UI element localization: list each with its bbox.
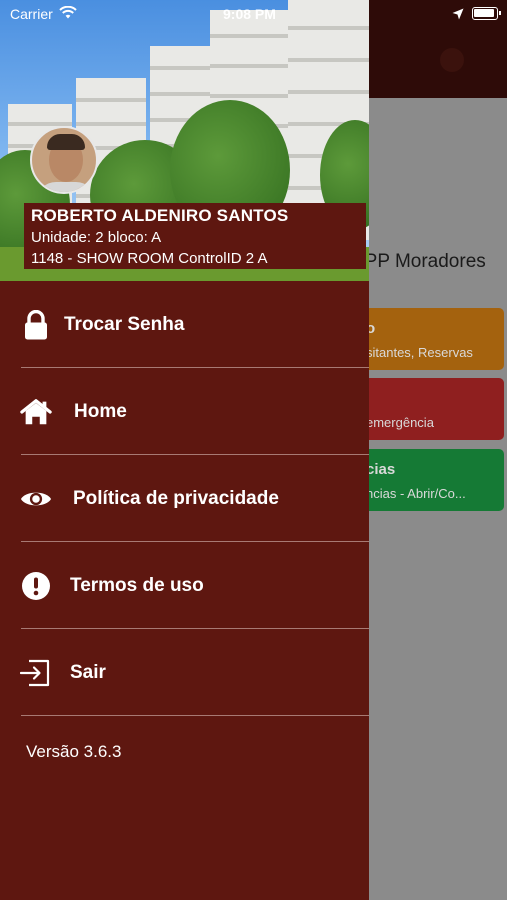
menu-item-label: Termos de uso	[70, 574, 204, 596]
app-version: Versão 3.6.3	[26, 742, 122, 761]
menu-item-label: Política de privacidade	[73, 487, 279, 509]
lock-icon	[20, 309, 52, 341]
background-app-title: APP Moradores	[352, 251, 486, 272]
card-subtitle: sitantes, Reservas	[366, 345, 473, 360]
user-avatar[interactable]	[30, 126, 98, 194]
sign-out-icon	[20, 657, 52, 689]
drawer-header: ROBERTO ALDENIRO SANTOS Unidade: 2 bloco…	[0, 0, 369, 281]
menu-item-label: Home	[74, 400, 127, 422]
background-card-visitors: o sitantes, Reservas	[352, 308, 504, 370]
carrier-info: Carrier	[10, 5, 77, 22]
side-drawer: ROBERTO ALDENIRO SANTOS Unidade: 2 bloco…	[0, 0, 369, 900]
status-bar: Carrier 9:08 PM	[0, 0, 507, 28]
wifi-icon	[59, 5, 77, 22]
battery-icon	[472, 7, 501, 20]
card-title: cias	[366, 461, 396, 478]
menu-item-label: Sair	[70, 661, 106, 683]
menu-item-privacy-policy[interactable]: Política de privacidade	[0, 455, 369, 542]
card-subtitle: ncias - Abrir/Co...	[366, 486, 466, 501]
user-unit: Unidade: 2 bloco: A	[31, 229, 162, 246]
exclamation-circle-icon	[20, 570, 52, 602]
background-card-emergency: emergência	[352, 378, 504, 440]
status-clock: 9:08 PM	[223, 6, 276, 22]
menu-item-terms-of-use[interactable]: Termos de uso	[0, 542, 369, 629]
menu-item-label: Trocar Senha	[64, 313, 185, 335]
menu-item-logout[interactable]: Sair	[0, 629, 369, 716]
menu-divider	[21, 715, 369, 716]
eye-icon	[20, 483, 52, 515]
card-subtitle: emergência	[366, 415, 434, 430]
carrier-label: Carrier	[10, 6, 53, 22]
header-settings-icon	[440, 48, 464, 72]
drawer-menu: Trocar Senha Home Política de privacidad…	[0, 281, 369, 716]
user-info-box: ROBERTO ALDENIRO SANTOS Unidade: 2 bloco…	[24, 203, 366, 269]
user-name: ROBERTO ALDENIRO SANTOS	[31, 206, 289, 225]
home-icon	[20, 396, 52, 428]
menu-item-home[interactable]: Home	[0, 368, 369, 455]
background-card-access: cias ncias - Abrir/Co...	[352, 449, 504, 511]
location-arrow-icon	[452, 7, 464, 23]
user-condominium: 1148 - SHOW ROOM ControlID 2 A	[31, 250, 268, 267]
menu-item-change-password[interactable]: Trocar Senha	[0, 281, 369, 368]
